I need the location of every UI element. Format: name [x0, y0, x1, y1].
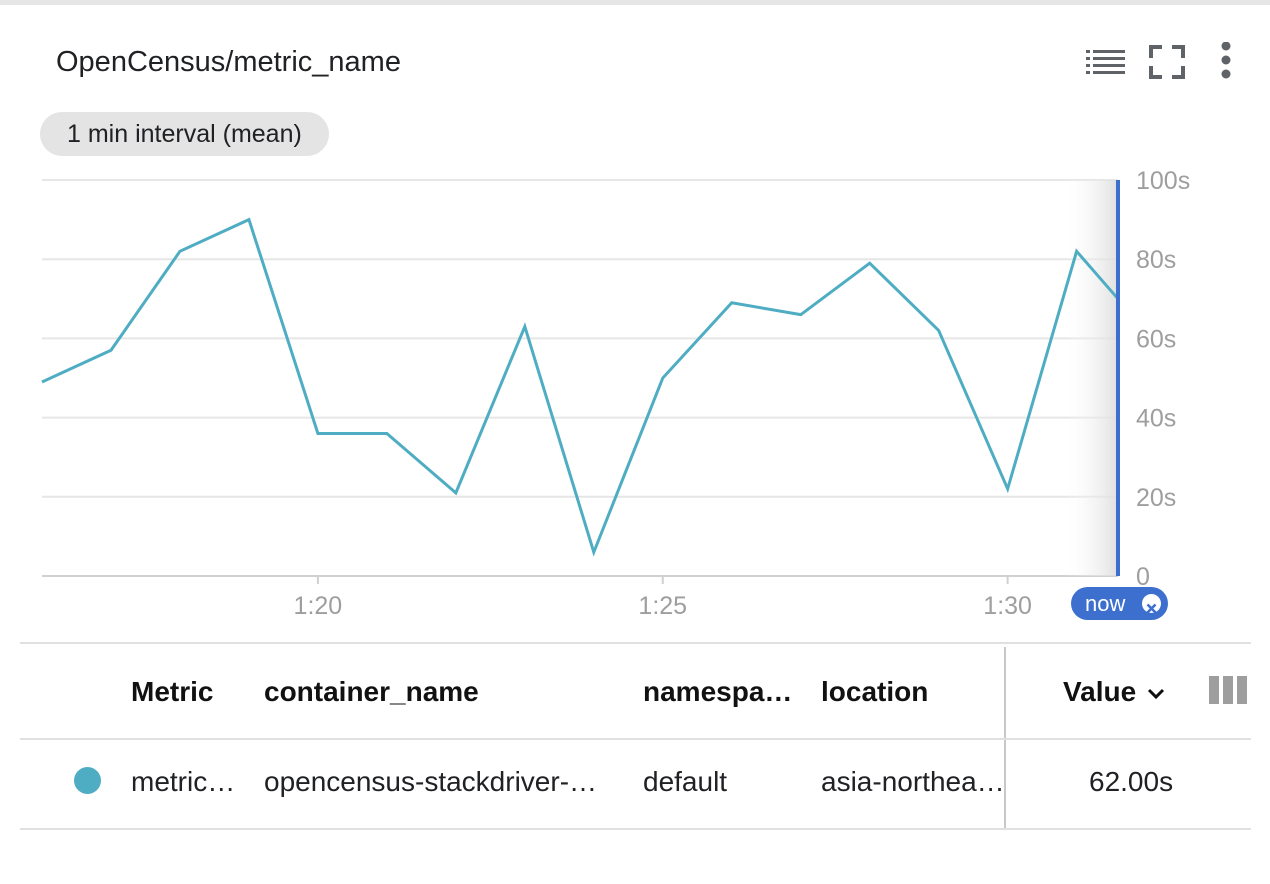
series-line	[41, 217, 1120, 557]
header-container-name[interactable]: container_name	[264, 672, 479, 712]
cell-metric: metric…	[131, 766, 236, 797]
x-tick-label: 1:25	[638, 592, 687, 620]
x-tick-label: 1:20	[294, 592, 343, 620]
cell-namespace: default	[643, 766, 728, 797]
y-tick-label: 60s	[1136, 325, 1176, 353]
now-badge[interactable]: now	[1071, 587, 1168, 620]
y-tick-label: 40s	[1136, 405, 1176, 433]
table-bottom-divider	[20, 828, 1251, 830]
x-tick-label: 1:30	[983, 592, 1032, 620]
series-color-dot	[74, 767, 101, 794]
table-top-divider	[20, 642, 1251, 644]
header-divider	[20, 738, 1251, 740]
header-namespace[interactable]: namespa…	[643, 672, 792, 712]
now-fade-band	[1063, 180, 1118, 576]
close-circle-icon[interactable]	[1142, 594, 1161, 614]
header-value-label: Value	[1063, 676, 1137, 707]
interval-chip[interactable]: 1 min interval (mean)	[40, 112, 329, 156]
header-value[interactable]: Value	[1063, 672, 1166, 712]
chevron-down-icon	[1147, 688, 1165, 700]
cell-location: asia-northea…	[821, 766, 1005, 797]
header-metric[interactable]: Metric	[131, 672, 213, 712]
chart-title: OpenCensus/metric_name	[56, 46, 401, 78]
header-location[interactable]: location	[821, 672, 928, 712]
y-tick-label: 80s	[1136, 246, 1176, 274]
now-label: now	[1085, 591, 1126, 616]
fullscreen-icon[interactable]	[1145, 42, 1189, 82]
cell-container-name: opencensus-stackdriver-…	[264, 766, 598, 797]
y-tick-label: 20s	[1136, 484, 1176, 512]
top-divider	[0, 0, 1270, 5]
cell-value: 62.00s	[1089, 766, 1174, 797]
y-tick-label: 100s	[1136, 167, 1190, 195]
more-vert-icon[interactable]	[1204, 41, 1248, 82]
list-icon[interactable]	[1084, 42, 1128, 82]
line-chart: 020s40s60s80s100s 1:20 1:25 1:30	[41, 167, 1190, 620]
column-picker-icon[interactable]	[1209, 676, 1247, 704]
